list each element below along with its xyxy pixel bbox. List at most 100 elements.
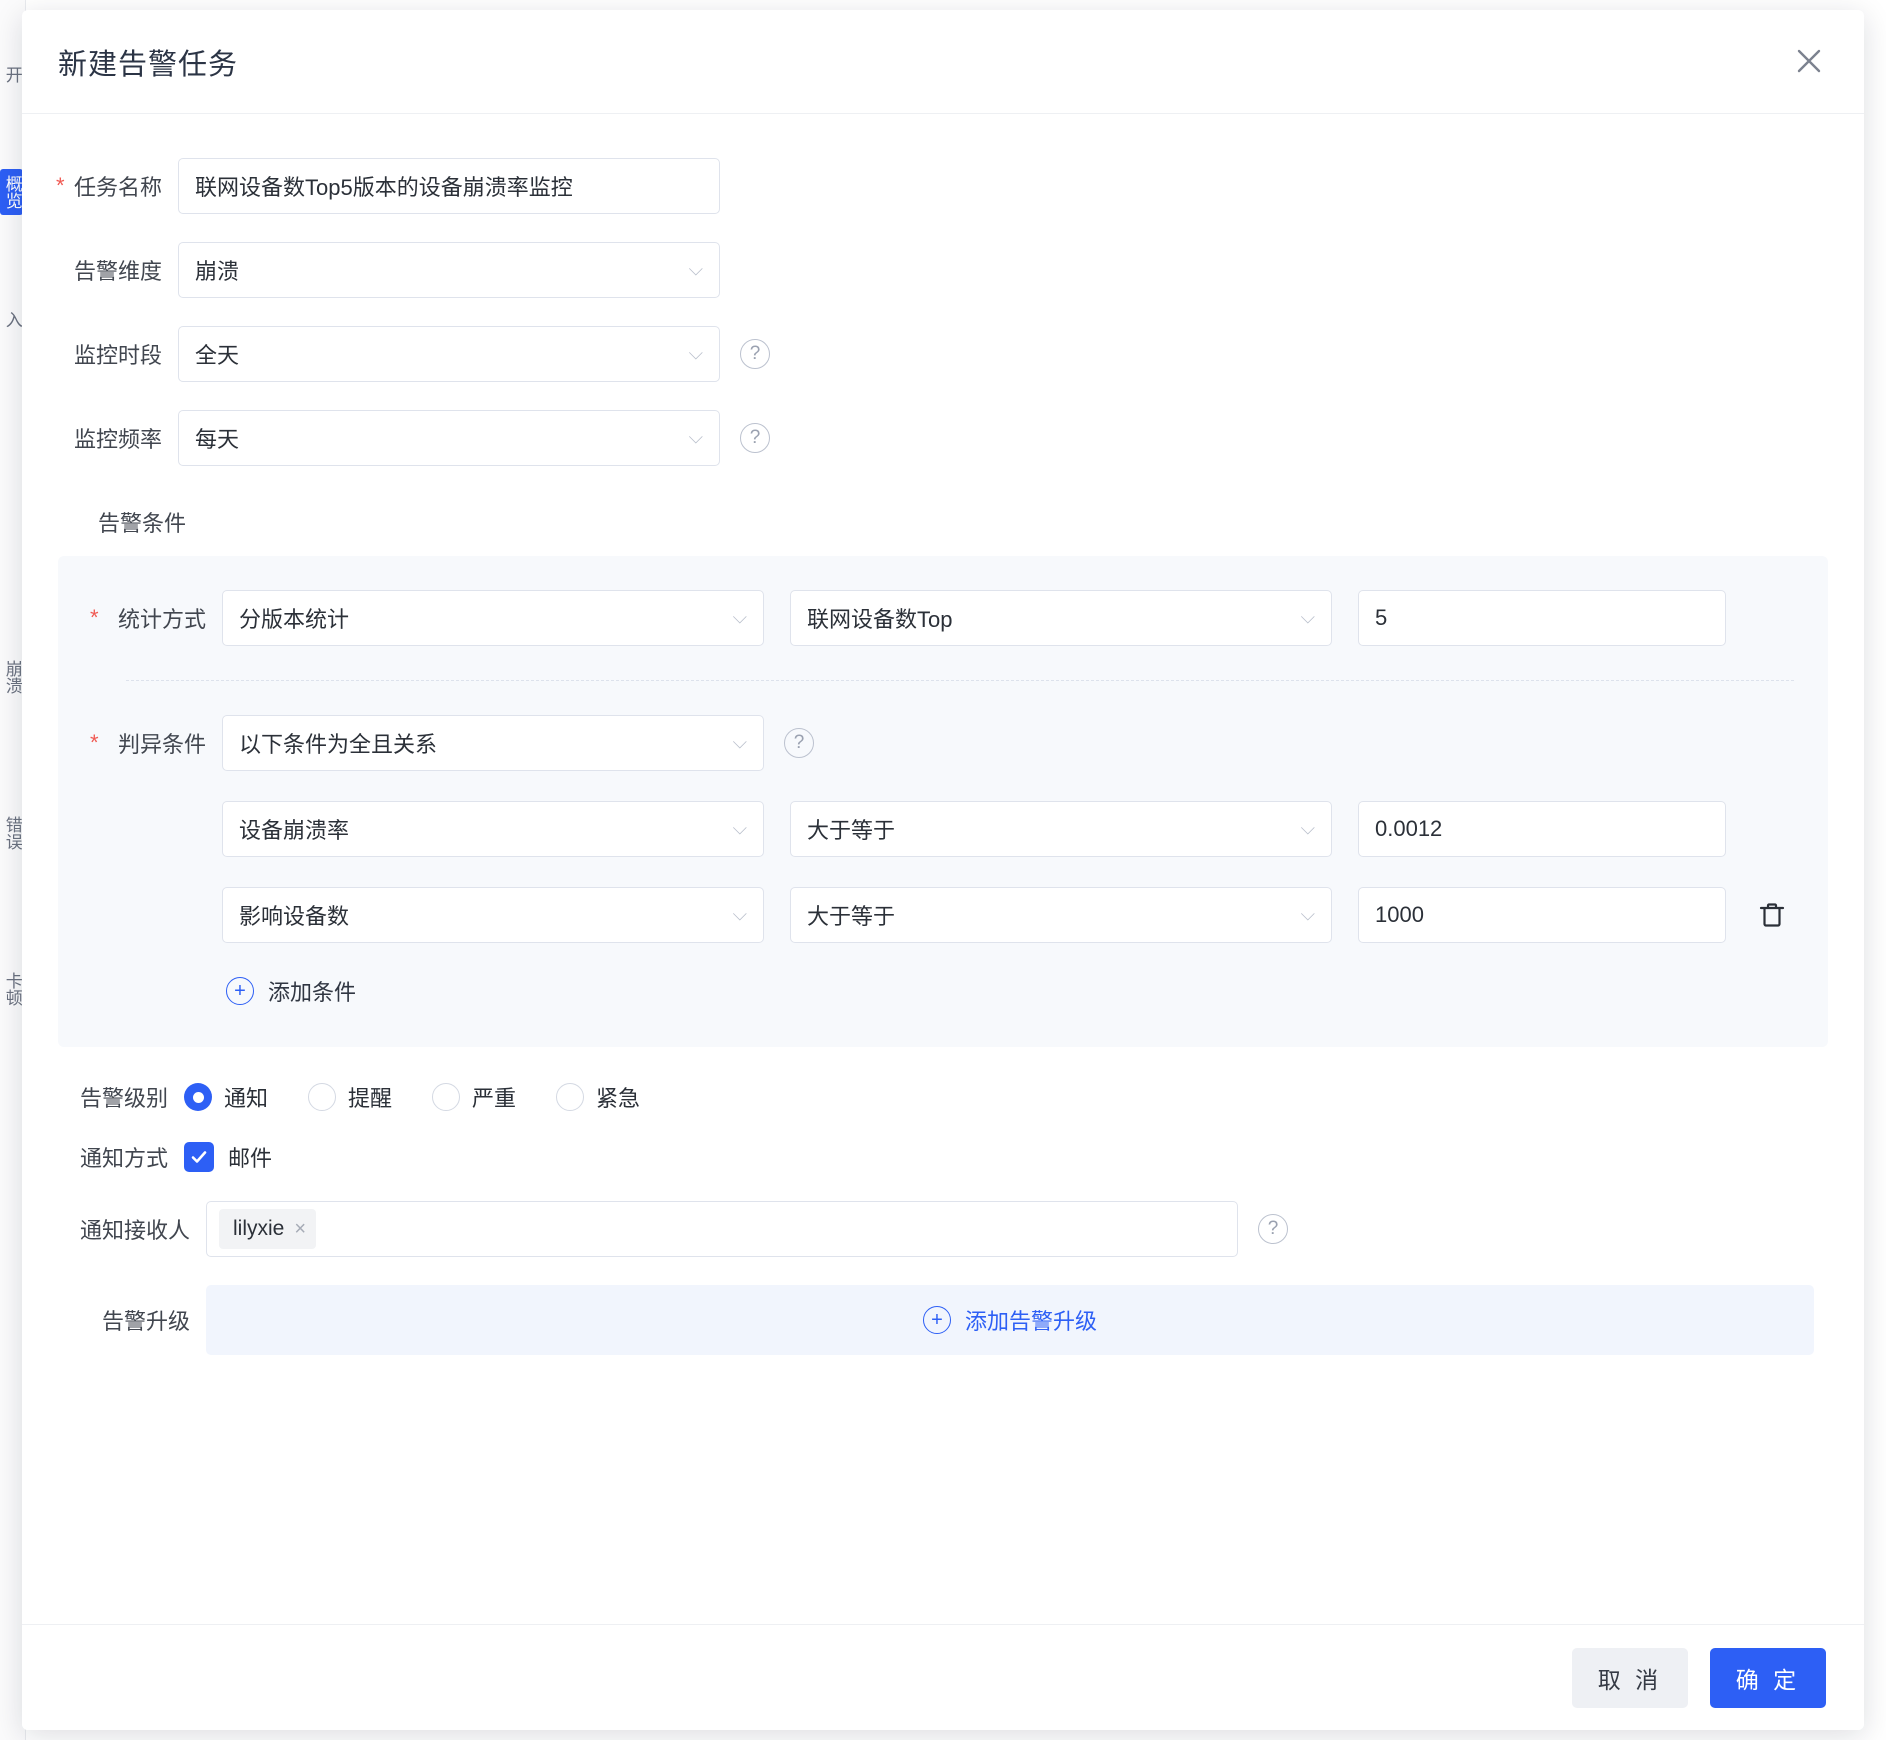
bg-sidebar-item-4[interactable]: 错误	[0, 810, 23, 856]
chevron-down-icon: ⌵	[1300, 818, 1315, 840]
bg-sidebar-item-3[interactable]: 崩溃	[0, 654, 23, 700]
condition-operator-value-0: 大于等于	[807, 818, 896, 843]
alert-dimension-value: 崩溃	[195, 259, 240, 284]
statistic-method-select[interactable]: 分版本统计 ⌵	[222, 590, 764, 646]
page-title: 新建告警任务	[58, 48, 239, 81]
dialog-header: 新建告警任务	[22, 10, 1864, 114]
bg-sidebar-item-5[interactable]: 卡顿	[0, 966, 23, 1012]
question-circle-icon[interactable]: ?	[740, 339, 770, 369]
radio-icon	[308, 1083, 337, 1111]
condition-threshold-input-1[interactable]: 1000	[1358, 887, 1726, 943]
anomaly-label: 判异条件	[90, 727, 222, 759]
radio-icon	[556, 1083, 585, 1111]
alert-level-option-3[interactable]: 紧急	[556, 1081, 640, 1113]
statistic-label: 统计方式	[90, 602, 222, 634]
condition-operator-value-1: 大于等于	[807, 904, 896, 929]
bg-sidebar-item-2[interactable]: 入	[0, 305, 23, 334]
checkbox-checked-icon[interactable]	[184, 1142, 214, 1172]
field-row-alert-dimension: 告警维度 崩溃 ⌵	[58, 242, 1828, 298]
notify-receiver-label: 通知接收人	[79, 1218, 190, 1243]
anomaly-relation-row: 判异条件 以下条件为全且关系 ⌵ ?	[90, 715, 1794, 771]
monitor-period-label: 监控时段	[73, 343, 162, 368]
bg-sidebar-item-0[interactable]: 开	[0, 60, 23, 89]
field-row-task-name: 任务名称 联网设备数Top5版本的设备崩溃率监控	[56, 158, 1828, 214]
dialog-body: 任务名称 联网设备数Top5版本的设备崩溃率监控 告警维度 崩溃 ⌵ 监控时段 …	[22, 114, 1864, 1594]
field-row-monitor-period: 监控时段 全天 ⌵ ?	[58, 326, 1828, 382]
statistic-method-value: 分版本统计	[239, 607, 350, 632]
add-condition-label: 添加条件	[268, 980, 357, 1005]
alert-level-label: 告警级别	[79, 1086, 168, 1111]
condition-metric-select-1[interactable]: 影响设备数 ⌵	[222, 887, 764, 943]
question-circle-icon[interactable]: ?	[1258, 1214, 1288, 1244]
alert-level-option-label-2: 严重	[472, 1086, 517, 1111]
receiver-tag-label: lilyxie	[233, 1217, 285, 1240]
alert-level-row: 告警级别 通知 提醒 严重 紧急	[58, 1081, 1828, 1113]
alert-level-option-label-3: 紧急	[596, 1086, 641, 1111]
statistic-metric-select[interactable]: 联网设备数Top ⌵	[790, 590, 1332, 646]
condition-threshold-value-1: 1000	[1375, 902, 1424, 927]
receiver-tag: lilyxie ×	[219, 1209, 317, 1249]
add-alert-escalation-label: 添加告警升级	[964, 1309, 1097, 1334]
close-icon[interactable]	[1786, 38, 1832, 84]
statistic-row: 统计方式 分版本统计 ⌵ 联网设备数Top ⌵ 5	[90, 590, 1794, 646]
confirm-button[interactable]: 确 定	[1710, 1647, 1826, 1708]
statistic-metric-value: 联网设备数Top	[807, 607, 953, 632]
alert-level-option-1[interactable]: 提醒	[308, 1081, 392, 1113]
condition-operator-select-0[interactable]: 大于等于 ⌵	[790, 801, 1332, 857]
alert-escalation-row: 告警升级 + 添加告警升级	[58, 1285, 1828, 1355]
alert-escalation-label: 告警升级	[101, 1309, 190, 1334]
notify-method-option-label-0: 邮件	[228, 1146, 273, 1171]
condition-metric-select-0[interactable]: 设备崩溃率 ⌵	[222, 801, 764, 857]
condition-metric-value-0: 设备崩溃率	[239, 818, 350, 843]
radio-selected-icon	[184, 1083, 212, 1111]
radio-icon	[432, 1083, 461, 1111]
task-name-label: 任务名称	[56, 170, 178, 202]
trash-icon[interactable]	[1750, 893, 1794, 937]
anomaly-relation-select[interactable]: 以下条件为全且关系 ⌵	[222, 715, 764, 771]
monitor-frequency-label: 监控频率	[73, 427, 162, 452]
notify-method-label: 通知方式	[79, 1146, 168, 1171]
chevron-down-icon: ⌵	[732, 732, 747, 754]
alert-level-option-label-1: 提醒	[348, 1086, 393, 1111]
add-alert-escalation-button[interactable]: + 添加告警升级	[206, 1285, 1814, 1355]
statistic-topn-input[interactable]: 5	[1358, 590, 1726, 646]
chevron-down-icon: ⌵	[1300, 607, 1315, 629]
chevron-down-icon: ⌵	[688, 343, 703, 365]
condition-row: 影响设备数 ⌵ 大于等于 ⌵ 1000	[222, 887, 1794, 943]
alert-level-option-2[interactable]: 严重	[432, 1081, 516, 1113]
cancel-button[interactable]: 取 消	[1572, 1647, 1688, 1708]
dialog-footer: 取 消 确 定	[22, 1624, 1864, 1730]
task-name-value: 联网设备数Top5版本的设备崩溃率监控	[195, 175, 573, 200]
condition-operator-select-1[interactable]: 大于等于 ⌵	[790, 887, 1332, 943]
close-small-icon[interactable]: ×	[294, 1218, 306, 1241]
condition-threshold-value-0: 0.0012	[1375, 816, 1443, 841]
task-name-input[interactable]: 联网设备数Top5版本的设备崩溃率监控	[178, 158, 720, 214]
notify-receiver-input[interactable]: lilyxie ×	[206, 1201, 1238, 1257]
monitor-frequency-value: 每天	[195, 427, 240, 452]
question-circle-icon[interactable]: ?	[784, 728, 814, 758]
alert-condition-panel: 统计方式 分版本统计 ⌵ 联网设备数Top ⌵ 5 判异条件	[58, 556, 1828, 1047]
field-row-monitor-frequency: 监控频率 每天 ⌵ ?	[58, 410, 1828, 466]
alert-level-option-label-0: 通知	[224, 1086, 269, 1111]
notify-receiver-row: 通知接收人 lilyxie × ?	[58, 1201, 1828, 1257]
chevron-down-icon: ⌵	[688, 259, 703, 281]
anomaly-relation-value: 以下条件为全且关系	[239, 732, 438, 757]
chevron-down-icon: ⌵	[732, 818, 747, 840]
alert-level-option-0[interactable]: 通知	[184, 1081, 268, 1113]
add-condition-button[interactable]: + 添加条件	[226, 975, 356, 1007]
chevron-down-icon: ⌵	[732, 607, 747, 629]
notify-method-row: 通知方式 邮件	[58, 1141, 1828, 1173]
alert-dimension-select[interactable]: 崩溃 ⌵	[178, 242, 720, 298]
bg-sidebar-item-1[interactable]: 概览	[0, 169, 23, 215]
statistic-topn-value: 5	[1375, 605, 1388, 630]
question-circle-icon[interactable]: ?	[740, 423, 770, 453]
new-alert-task-dialog: 新建告警任务 任务名称 联网设备数Top5版本的设备崩溃率监控 告警维度 崩溃 …	[22, 10, 1864, 1730]
monitor-period-select[interactable]: 全天 ⌵	[178, 326, 720, 382]
alert-dimension-label: 告警维度	[73, 259, 162, 284]
chevron-down-icon: ⌵	[688, 427, 703, 449]
condition-metric-value-1: 影响设备数	[239, 904, 350, 929]
condition-threshold-input-0[interactable]: 0.0012	[1358, 801, 1726, 857]
chevron-down-icon: ⌵	[1300, 904, 1315, 926]
monitor-frequency-select[interactable]: 每天 ⌵	[178, 410, 720, 466]
chevron-down-icon: ⌵	[732, 904, 747, 926]
